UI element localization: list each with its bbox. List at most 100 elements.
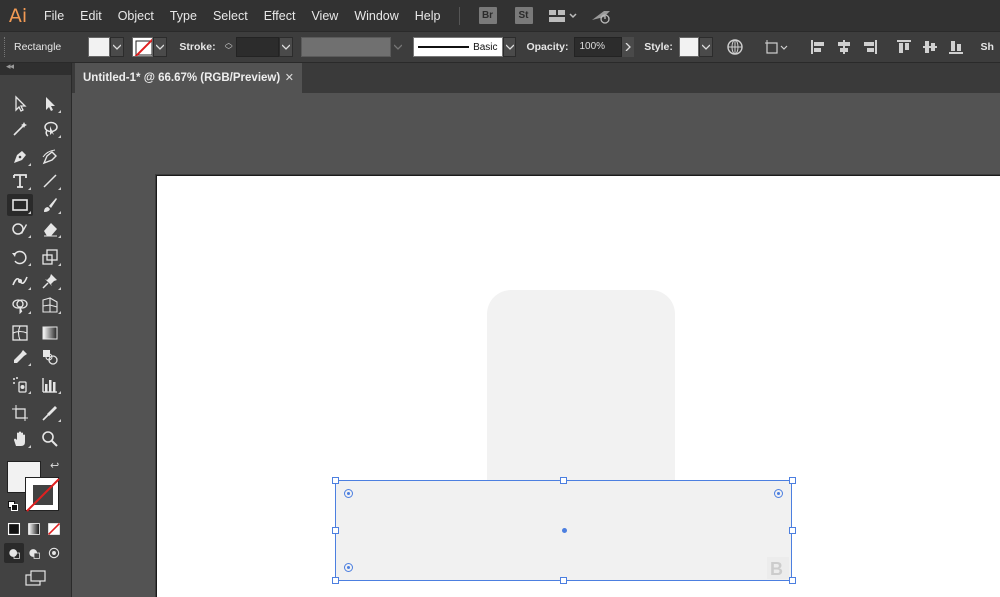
fill-dropdown[interactable] [109, 37, 124, 57]
stock-button[interactable]: St [514, 7, 533, 24]
rotate-tool-button[interactable] [7, 246, 33, 268]
bounding-box-handle-bottom-right[interactable] [789, 577, 796, 584]
brush-dropdown[interactable] [502, 37, 517, 57]
curvature-tool-button[interactable] [37, 146, 63, 168]
gradient-mode-button[interactable] [24, 519, 44, 539]
shape-properties-label[interactable]: Sh [975, 41, 1000, 53]
direct-selection-tool-button[interactable] [37, 93, 63, 115]
opacity-dropdown[interactable] [622, 37, 635, 57]
none-mode-button[interactable] [44, 519, 64, 539]
paintbrush-tool-button[interactable] [37, 194, 63, 216]
artboard-tool-button[interactable] [7, 402, 33, 424]
zoom-tool-button[interactable] [37, 428, 63, 450]
change-screen-mode-button[interactable] [22, 568, 50, 588]
menu-view[interactable]: View [303, 9, 346, 23]
align-right-icon[interactable] [862, 39, 878, 55]
stroke-swatch[interactable] [131, 37, 154, 57]
live-corner-widget[interactable] [344, 489, 353, 498]
bounding-box-handle-bottom[interactable] [560, 577, 567, 584]
stroke-label[interactable]: Stroke: [173, 41, 221, 53]
bounding-box-handle-bottom-left[interactable] [332, 577, 339, 584]
shaper-tool-button[interactable] [7, 218, 33, 240]
default-colors-icon[interactable] [8, 501, 18, 511]
menu-edit[interactable]: Edit [72, 9, 110, 23]
magic-wand-tool-button[interactable] [7, 118, 33, 140]
close-tab-icon[interactable]: ✕ [285, 71, 294, 84]
rounded-rectangle-shape[interactable] [487, 290, 675, 510]
recolor-artwork-icon[interactable] [726, 38, 744, 56]
menu-object[interactable]: Object [110, 9, 162, 23]
fill-swatch[interactable] [87, 37, 110, 57]
artboard[interactable]: B [156, 175, 1000, 597]
shape-builder-tool-button[interactable] [7, 294, 33, 316]
menu-file[interactable]: File [36, 9, 72, 23]
canvas-workspace[interactable]: B [73, 93, 1000, 597]
opacity-label[interactable]: Opacity: [520, 41, 574, 53]
graphic-style-dropdown[interactable] [698, 37, 713, 57]
width-tool-button[interactable] [7, 270, 33, 292]
live-corner-widget[interactable] [774, 489, 783, 498]
document-tab[interactable]: Untitled-1* @ 66.67% (RGB/Preview) ✕ [75, 63, 302, 93]
selection-tool-button[interactable] [7, 93, 33, 115]
align-top-icon[interactable] [896, 39, 912, 55]
live-corner-widget[interactable] [344, 563, 353, 572]
bounding-box-handle-right[interactable] [789, 527, 796, 534]
gradient-tool-button[interactable] [37, 322, 63, 344]
column-graph-tool-button[interactable] [37, 374, 63, 396]
bounding-box-handle-top-right[interactable] [789, 477, 796, 484]
mesh-tool-button[interactable] [7, 322, 33, 344]
center-point[interactable] [562, 528, 567, 533]
collapse-panel-icon[interactable]: ◂◂ [6, 61, 14, 72]
type-tool-button[interactable] [7, 170, 33, 192]
graphic-style-swatch[interactable] [678, 37, 699, 57]
gpu-performance-icon[interactable] [590, 8, 612, 24]
symbol-sprayer-tool-button[interactable] [7, 374, 33, 396]
hand-tool-button[interactable] [7, 428, 33, 450]
draw-inside-button[interactable] [44, 543, 64, 563]
stroke-weight-stepper[interactable]: ︿ ﹀ [222, 37, 236, 57]
swap-fill-stroke-icon[interactable]: ↩ [50, 459, 59, 472]
draw-behind-button[interactable] [24, 543, 44, 563]
perspective-grid-tool-button[interactable] [37, 294, 63, 316]
line-segment-tool-button[interactable] [37, 170, 63, 192]
draw-inside-icon [48, 547, 60, 559]
tools-panel-header[interactable]: ◂◂ [0, 61, 71, 75]
menu-help[interactable]: Help [407, 9, 449, 23]
bounding-box-handle-left[interactable] [332, 527, 339, 534]
variable-width-dropdown[interactable] [390, 37, 405, 57]
variable-width-profile[interactable] [301, 37, 391, 57]
scale-tool-button[interactable] [37, 246, 63, 268]
bridge-button[interactable]: Br [478, 7, 497, 24]
lasso-tool-button[interactable] [37, 118, 63, 140]
arrange-documents-icon[interactable] [548, 9, 578, 23]
opacity-field[interactable]: 100% [574, 37, 623, 57]
pen-tool-button[interactable] [7, 146, 33, 168]
lasso-icon [44, 121, 58, 137]
stroke-weight-field[interactable] [235, 37, 280, 57]
align-bottom-icon[interactable] [948, 39, 964, 55]
eyedropper-icon [14, 350, 27, 363]
stroke-color-box[interactable] [25, 477, 60, 512]
selected-rectangle-shape[interactable]: B [335, 480, 792, 581]
align-horizontal-center-icon[interactable] [836, 39, 852, 55]
color-mode-button[interactable] [4, 519, 24, 539]
puppet-warp-tool-button[interactable] [37, 270, 63, 292]
stroke-weight-dropdown[interactable] [279, 37, 294, 57]
menu-select[interactable]: Select [205, 9, 256, 23]
eyedropper-tool-button[interactable] [7, 346, 33, 368]
align-to-icon[interactable] [764, 39, 790, 55]
bounding-box-handle-top-left[interactable] [332, 477, 339, 484]
rectangle-tool-button[interactable] [7, 194, 33, 216]
stroke-dropdown[interactable] [153, 37, 168, 57]
slice-tool-button[interactable] [37, 402, 63, 424]
menu-window[interactable]: Window [346, 9, 406, 23]
menu-effect[interactable]: Effect [256, 9, 304, 23]
draw-normal-button[interactable] [4, 543, 24, 563]
eraser-tool-button[interactable] [37, 218, 63, 240]
align-vertical-center-icon[interactable] [922, 39, 938, 55]
bounding-box-handle-top[interactable] [560, 477, 567, 484]
menu-type[interactable]: Type [162, 9, 205, 23]
brush-definition[interactable]: Basic [412, 37, 503, 57]
align-left-icon[interactable] [810, 39, 826, 55]
blend-tool-button[interactable] [37, 346, 63, 368]
